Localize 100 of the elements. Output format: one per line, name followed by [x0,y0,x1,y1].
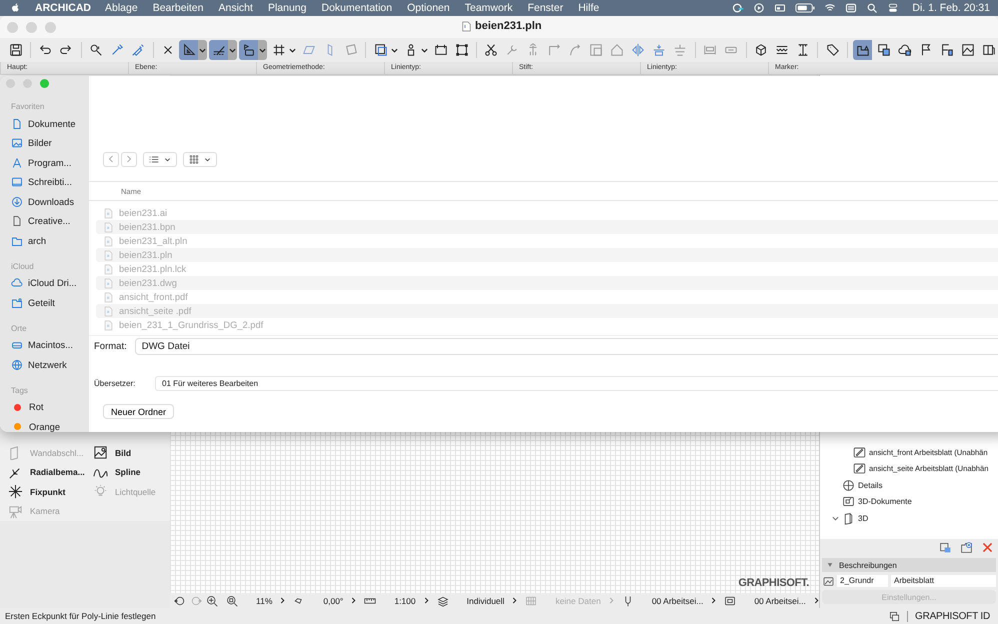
layers-icon [436,594,449,606]
grid-icon [272,43,286,57]
format-label: Format: [94,341,127,352]
group-button[interactable] [183,152,217,166]
disclosure-icon[interactable] [832,514,839,522]
tree-item[interactable]: Details [820,477,998,494]
add-view-icon[interactable] [960,540,973,554]
menu-item[interactable]: Dokumentation [321,2,392,14]
camera-icon [8,504,23,519]
sidebar-item[interactable]: Netzwerk [0,355,89,374]
toolbar-button[interactable] [239,40,258,60]
grid-icon [189,154,199,164]
menu-item[interactable]: Teamwork [464,2,513,14]
chevron-icon [608,597,614,604]
new-folder-button[interactable]: Neuer Ordner [103,404,174,419]
caret-icon [259,46,266,54]
corner-icon [547,43,562,57]
zoom-bar-dropdown[interactable]: Individuell [452,596,518,606]
input-field[interactable]: Arbeitsblatt [891,575,996,587]
details-icon [842,478,855,492]
document-list-icon [940,43,954,57]
brand-link[interactable]: GRAPHISOFT ID [914,610,990,622]
toolbar-button[interactable] [853,40,872,60]
input-field[interactable]: 2_Grundr [837,575,888,587]
sidebar-item[interactable]: Rot [0,398,89,417]
worksheet-icon [823,576,834,586]
toolbox-item[interactable]: Fixpunkt [0,483,85,500]
toolbox-item[interactable]: Radialbema... [0,464,85,481]
toolbar-button[interactable] [179,40,198,60]
clock[interactable]: Di. 1. Feb. 20:31 [912,2,990,14]
syringe-icon [131,43,146,57]
view-mode-button[interactable] [143,152,177,166]
menu-item[interactable]: Hilfe [578,2,600,14]
mirror-icon [631,43,646,57]
display-icon[interactable] [845,2,858,14]
sidebar-item[interactable]: Dokumente [0,114,89,134]
toolbar-button[interactable] [209,40,228,60]
window-icon[interactable] [774,2,786,14]
zoom-bar-dropdown[interactable]: 00 Arbeitsei... [638,596,716,606]
sidebar-item[interactable]: Program... [0,153,89,172]
translator-dropdown[interactable]: 01 Für weiteres Bearbeiten [155,376,998,390]
battery-icon[interactable] [795,2,816,14]
zoom-bar-dropdown[interactable]: 00 Arbeitsei... [740,596,819,606]
zoom-in-icon[interactable] [206,594,218,606]
window-title: beien231.pln [475,20,542,32]
format-dropdown[interactable]: DWG Datei [134,338,998,355]
menu-item[interactable]: Ablage [105,2,138,14]
menu-item[interactable]: Bearbeiten [152,2,204,14]
dropdown-button[interactable] [228,40,238,60]
logo-text: GRAPHISOFT. [738,577,809,589]
close-icon[interactable] [981,540,994,554]
document-icon [11,118,23,130]
cloud-icon [898,43,912,57]
sidebar-item[interactable]: arch [0,231,89,250]
sidebar-item[interactable]: Downloads [0,192,89,212]
dropdown-button[interactable] [198,40,208,60]
width-icon [703,43,718,57]
search-icon[interactable] [866,2,878,14]
section-header[interactable]: Beschreibungen [822,558,996,572]
tree-item[interactable]: 3D-Dokumente [820,494,998,510]
zoom-bar-dropdown[interactable]: 0,00° [309,596,356,606]
sidebar-section-title: iCloud [10,260,35,272]
zoom-bar-dropdown[interactable]: 1:100 [380,596,429,606]
menu-item[interactable]: Optionen [407,2,450,14]
menu-item[interactable]: Planung [268,2,306,14]
caret-icon [391,46,398,54]
sidebar-item[interactable]: Schreibti... [0,172,89,192]
book-icon [982,43,996,57]
control-center-icon[interactable] [887,2,900,14]
zoom-bar-dropdown[interactable]: 11% [242,596,286,606]
menu-item[interactable]: Fenster [528,2,564,14]
3d-document-icon [842,495,855,508]
apple-logo-icon[interactable] [10,2,21,14]
sidebar-item[interactable]: Orange [0,417,89,432]
play-icon[interactable] [753,2,766,14]
chevron-icon [351,597,356,604]
sync-icon[interactable] [732,2,744,14]
chevron-icon [424,597,429,604]
pipette-icon [110,43,124,57]
app-menu[interactable]: ARCHICAD [35,2,91,14]
menu-item[interactable]: Ansicht [218,2,253,14]
chevron-right-icon [126,155,132,163]
sidebar-item[interactable]: iCloud Dri... [0,274,89,293]
file-icon [104,250,113,260]
dropdown-button[interactable] [258,40,268,60]
fit-zoom-icon[interactable] [226,594,238,606]
split-icon [652,43,666,57]
sidebar-item[interactable]: Creative... [0,212,89,231]
sidebar-item[interactable]: Geteilt [0,293,89,312]
toolbox-item[interactable]: Spline [85,464,170,481]
sidebar-item[interactable]: Macintos... [0,336,89,355]
window-icon[interactable] [939,540,952,554]
frame-icon [724,594,736,606]
sidebar-item[interactable]: Bilder [0,134,89,153]
toolbox-item[interactable]: Bild [85,444,170,462]
picture-frame-icon [960,43,975,57]
tree-item[interactable]: 3D [820,510,998,526]
layers-icon [374,43,388,57]
zoom-back-icon[interactable] [174,594,186,606]
windows-icon[interactable] [888,610,900,622]
